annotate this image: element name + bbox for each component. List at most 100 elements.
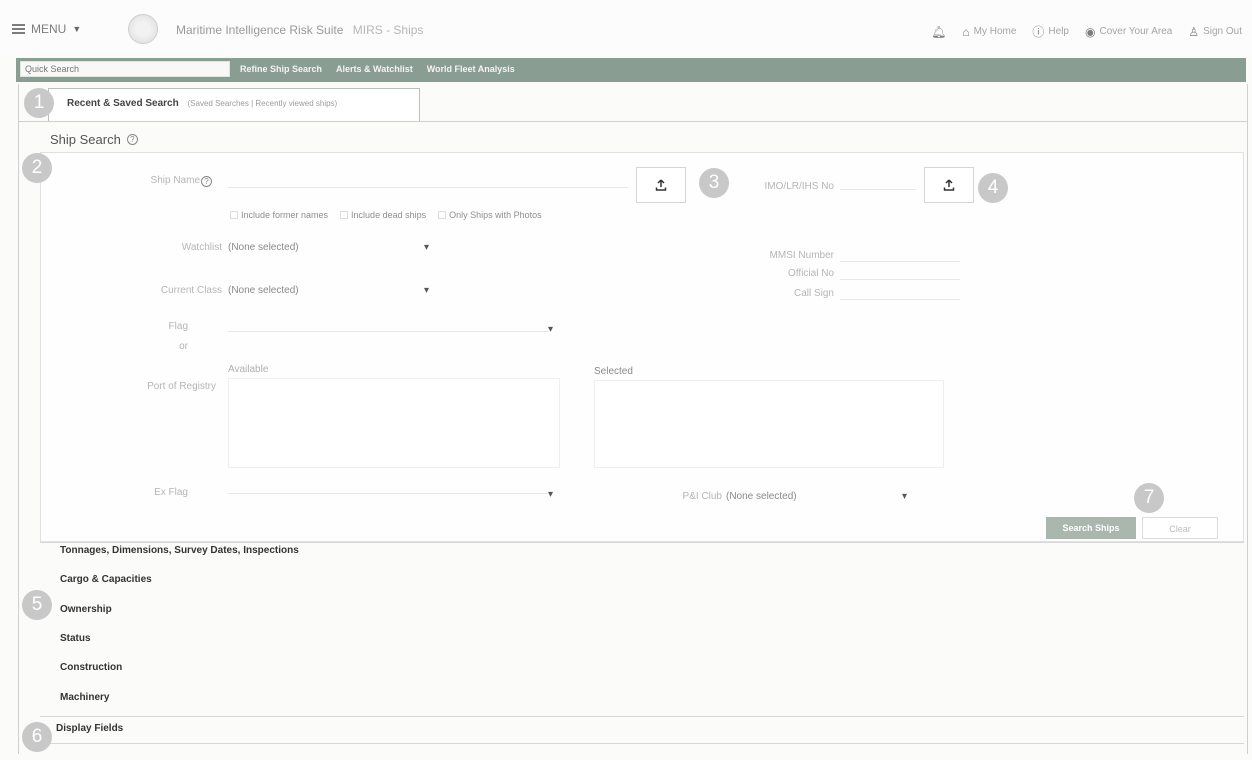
ship-search-panel	[40, 152, 1244, 542]
app-title-text: Maritime Intelligence Risk Suite	[176, 23, 344, 37]
search-ships-button[interactable]: Search Ships	[1046, 517, 1136, 539]
nav-bar: Refine Ship Search Alerts & Watchlist Wo…	[16, 58, 1246, 82]
callout-3: 3	[699, 168, 729, 198]
flag-select[interactable]	[228, 318, 548, 332]
only-ships-with-photos-checkbox[interactable]: Only Ships with Photos	[438, 210, 542, 220]
ex-flag-dropdown-icon[interactable]: ▾	[548, 489, 553, 500]
imo-label-text: IMO/LR/IHS No	[764, 181, 834, 192]
accordion-divider	[40, 716, 1244, 717]
current-class-select[interactable]: (None selected)	[228, 285, 299, 296]
ship-search-title-text: Ship Search	[50, 132, 121, 147]
accordion-ownership[interactable]: Ownership	[60, 604, 112, 615]
imo-input[interactable]	[840, 176, 916, 190]
ship-name-label-text: Ship Name	[150, 175, 200, 186]
include-dead-ships-checkbox[interactable]: Include dead ships	[340, 210, 426, 220]
ex-flag-label: Ex Flag	[154, 487, 188, 498]
menu-label: MENU	[31, 22, 67, 36]
current-class-dropdown-icon[interactable]: ▾	[424, 285, 429, 296]
nav-alerts-watchlist[interactable]: Alerts & Watchlist	[336, 64, 413, 74]
my-home-link[interactable]: ⌂ My Home	[962, 25, 1016, 39]
nav-links: Refine Ship Search Alerts & Watchlist Wo…	[240, 64, 515, 74]
checkbox-box[interactable]	[230, 211, 238, 219]
flag-or-label: or	[179, 341, 188, 352]
sign-out-link[interactable]: ♙ Sign Out	[1188, 25, 1242, 39]
hamburger-icon	[12, 24, 25, 34]
help-link[interactable]: ⓘ Help	[1032, 23, 1069, 40]
include-former-names-label: Include former names	[241, 210, 329, 220]
include-dead-ships-label: Include dead ships	[351, 210, 427, 220]
mmsi-input[interactable]	[840, 248, 960, 262]
clear-button[interactable]: Clear	[1142, 517, 1218, 539]
recent-saved-search-tab[interactable]: Recent & Saved Search (Saved Searches | …	[48, 88, 420, 122]
quick-search-input[interactable]	[20, 61, 230, 77]
header-links: 🔔︎ ⌂ My Home ⓘ Help ◉ Cover Your Area ♙ …	[931, 23, 1242, 40]
home-icon: ⌂	[962, 24, 970, 39]
watchlist-select[interactable]: (None selected)	[228, 242, 299, 253]
ship-name-help-icon[interactable]: ?	[201, 176, 212, 187]
ex-flag-select[interactable]	[228, 480, 548, 494]
nav-world-fleet-analysis[interactable]: World Fleet Analysis	[427, 64, 515, 74]
official-no-input[interactable]	[840, 266, 960, 280]
accordion-divider	[40, 743, 1244, 744]
upload-icon	[943, 179, 955, 191]
nav-refine-ship-search[interactable]: Refine Ship Search	[240, 64, 322, 74]
help-label: Help	[1048, 26, 1069, 37]
current-class-label: Current Class	[160, 285, 222, 296]
sign-out-label: Sign Out	[1203, 26, 1242, 37]
accordion-machinery[interactable]: Machinery	[60, 692, 109, 703]
pi-club-label: P&I Club	[682, 491, 722, 502]
selected-label: Selected	[594, 366, 633, 377]
ship-name-upload-button[interactable]	[636, 167, 686, 203]
bell-icon[interactable]: 🔔︎	[931, 25, 946, 39]
top-header: MENU ▼ Maritime Intelligence Risk Suite …	[0, 0, 1252, 56]
my-home-label: My Home	[973, 26, 1017, 37]
checkbox-box[interactable]	[340, 211, 349, 219]
help-icon: ⓘ	[1032, 25, 1045, 39]
available-ports-list[interactable]	[228, 378, 560, 468]
tab-divider	[18, 121, 1248, 122]
callout-5: 5	[22, 590, 52, 620]
official-no-label: Official No	[788, 268, 834, 279]
app-section: MIRS - Ships	[352, 23, 424, 37]
accordion-status[interactable]: Status	[60, 633, 91, 644]
flag-label: Flag	[168, 321, 188, 332]
recent-tab-label: Recent & Saved Search	[67, 98, 179, 109]
include-former-names-checkbox[interactable]: Include former names	[230, 210, 328, 220]
port-of-registry-label: Port of Registry	[147, 381, 216, 392]
callout-7: 7	[1134, 483, 1164, 513]
cover-area-label: Cover Your Area	[1099, 26, 1173, 37]
ship-name-input[interactable]	[228, 174, 628, 188]
app-title: Maritime Intelligence Risk Suite MIRS - …	[176, 23, 423, 37]
ship-name-options: Include former names Include dead ships …	[230, 210, 542, 220]
call-sign-label: Call Sign	[793, 288, 834, 299]
watchlist-dropdown-icon[interactable]: ▾	[424, 242, 429, 253]
callout-4: 4	[978, 173, 1008, 203]
accordion-display-fields[interactable]: Display Fields	[56, 723, 123, 734]
question-icon[interactable]: ?	[126, 134, 138, 145]
caret-down-icon: ▼	[72, 24, 82, 34]
flag-dropdown-icon[interactable]: ▾	[548, 324, 553, 335]
callout-2: 2	[22, 153, 52, 183]
app-logo	[128, 14, 158, 44]
callout-6: 6	[22, 722, 52, 752]
imo-upload-button[interactable]	[924, 167, 974, 203]
call-sign-input[interactable]	[840, 286, 960, 300]
accordion-tonnages[interactable]: Tonnages, Dimensions, Survey Dates, Insp…	[60, 545, 299, 556]
pi-club-dropdown-icon[interactable]: ▾	[902, 491, 907, 502]
menu-button[interactable]: MENU ▼	[12, 22, 81, 36]
ship-search-title: Ship Search ?	[50, 132, 138, 147]
watchlist-label: Watchlist	[181, 242, 222, 253]
checkbox-box[interactable]	[438, 211, 447, 219]
imo-label: IMO/LR/IHS No	[730, 181, 834, 192]
upload-icon	[655, 179, 667, 191]
recent-tab-sublabel: (Saved Searches | Recently viewed ships)	[187, 99, 338, 108]
user-icon: ♙	[1188, 24, 1200, 39]
only-ships-with-photos-label: Only Ships with Photos	[449, 210, 542, 220]
selected-ports-list[interactable]	[594, 380, 944, 468]
antenna-icon: ◉	[1085, 24, 1096, 39]
accordion-cargo[interactable]: Cargo & Capacities	[60, 574, 152, 585]
mmsi-label: MMSI Number	[769, 250, 834, 261]
pi-club-select[interactable]: (None selected)	[726, 491, 797, 502]
accordion-construction[interactable]: Construction	[60, 662, 122, 673]
cover-area-link[interactable]: ◉ Cover Your Area	[1085, 25, 1172, 39]
